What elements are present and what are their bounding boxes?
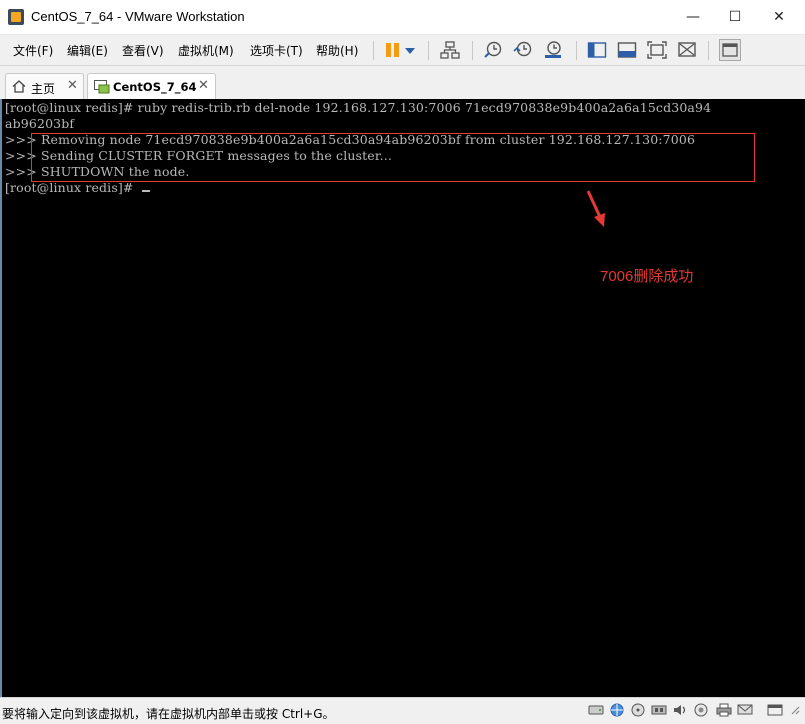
menu-help[interactable]: 帮助(H) [316, 42, 358, 59]
terminal-line: [root@linux redis]# ruby redis-trib.rb d… [5, 100, 712, 115]
hdd-icon[interactable] [588, 703, 604, 717]
fullscreen-icon[interactable] [647, 41, 667, 59]
snapshot-manager-icon[interactable] [543, 41, 563, 59]
close-icon[interactable]: ✕ [67, 78, 78, 93]
close-icon[interactable]: ✕ [198, 78, 209, 93]
toolbar-separator [428, 41, 429, 60]
window-title: CentOS_7_64 - VMware Workstation [31, 9, 245, 24]
minimize-button[interactable]: — [672, 0, 714, 34]
usb-icon[interactable] [651, 703, 667, 717]
cdrom-icon[interactable] [630, 703, 646, 717]
menu-view[interactable]: 查看(V) [122, 42, 164, 59]
tab-home[interactable]: 主页 ✕ [5, 73, 84, 100]
tab-bar: 主页 ✕ CentOS_7_64 ✕ [0, 66, 805, 100]
status-text: 要将输入定向到该虚拟机，请在虚拟机内部单击或按 Ctrl+G。 [2, 707, 335, 721]
title-bar: CentOS_7_64 - VMware Workstation — ☐ ✕ [0, 0, 805, 35]
toolbar-separator [576, 41, 577, 60]
pause-icon[interactable] [383, 41, 403, 59]
status-bar: 要将输入定向到该虚拟机，请在虚拟机内部单击或按 Ctrl+G。 [0, 697, 805, 724]
tab-home-label: 主页 [31, 82, 56, 96]
message-icon[interactable] [737, 703, 753, 717]
prompt-text: [root@linux redis]# [5, 180, 138, 195]
annotation-text: 7006删除成功 [600, 268, 694, 285]
printer-icon[interactable] [716, 703, 732, 717]
fullscreen-toggle-icon[interactable] [767, 703, 783, 717]
display-icon[interactable] [693, 703, 709, 717]
terminal-line: ab96203bf [5, 116, 75, 131]
unity-icon[interactable] [677, 41, 697, 59]
network-icon[interactable] [440, 41, 460, 59]
tab-centos-label: CentOS_7_64 [113, 80, 197, 94]
vm-icon [94, 80, 110, 94]
terminal-prompt: [root@linux redis]# [5, 180, 150, 195]
vm-console[interactable]: [root@linux redis]# ruby redis-trib.rb d… [0, 99, 805, 697]
menu-tabs[interactable]: 选项卡(T) [250, 42, 303, 59]
resize-grip-icon[interactable] [788, 703, 800, 717]
close-button[interactable]: ✕ [758, 0, 800, 34]
menu-vm[interactable]: 虚拟机(M) [178, 42, 234, 59]
menu-edit[interactable]: 编辑(E) [67, 42, 108, 59]
menu-toolbar: 文件(F) 编辑(E) 查看(V) 虚拟机(M) 选项卡(T) 帮助(H) [0, 35, 805, 66]
tab-centos[interactable]: CentOS_7_64 ✕ [87, 73, 216, 100]
sound-icon[interactable] [672, 703, 688, 717]
toolbar-separator [472, 41, 473, 60]
home-icon [12, 80, 26, 93]
maximize-button[interactable]: ☐ [714, 0, 756, 34]
library-icon[interactable] [719, 39, 741, 61]
network-icon[interactable] [609, 703, 625, 717]
console-view-icon[interactable] [587, 41, 607, 59]
fit-guest-icon[interactable] [617, 41, 637, 59]
snapshot-icon[interactable] [483, 41, 503, 59]
arrow-icon [586, 190, 605, 227]
revert-snapshot-icon[interactable] [513, 41, 533, 59]
toolbar-separator [708, 41, 709, 60]
highlight-box [31, 133, 755, 182]
vmware-logo-icon [8, 9, 24, 25]
menu-file[interactable]: 文件(F) [13, 42, 53, 59]
dropdown-icon[interactable] [403, 41, 417, 59]
toolbar-separator [373, 41, 374, 60]
text-cursor [141, 190, 150, 192]
